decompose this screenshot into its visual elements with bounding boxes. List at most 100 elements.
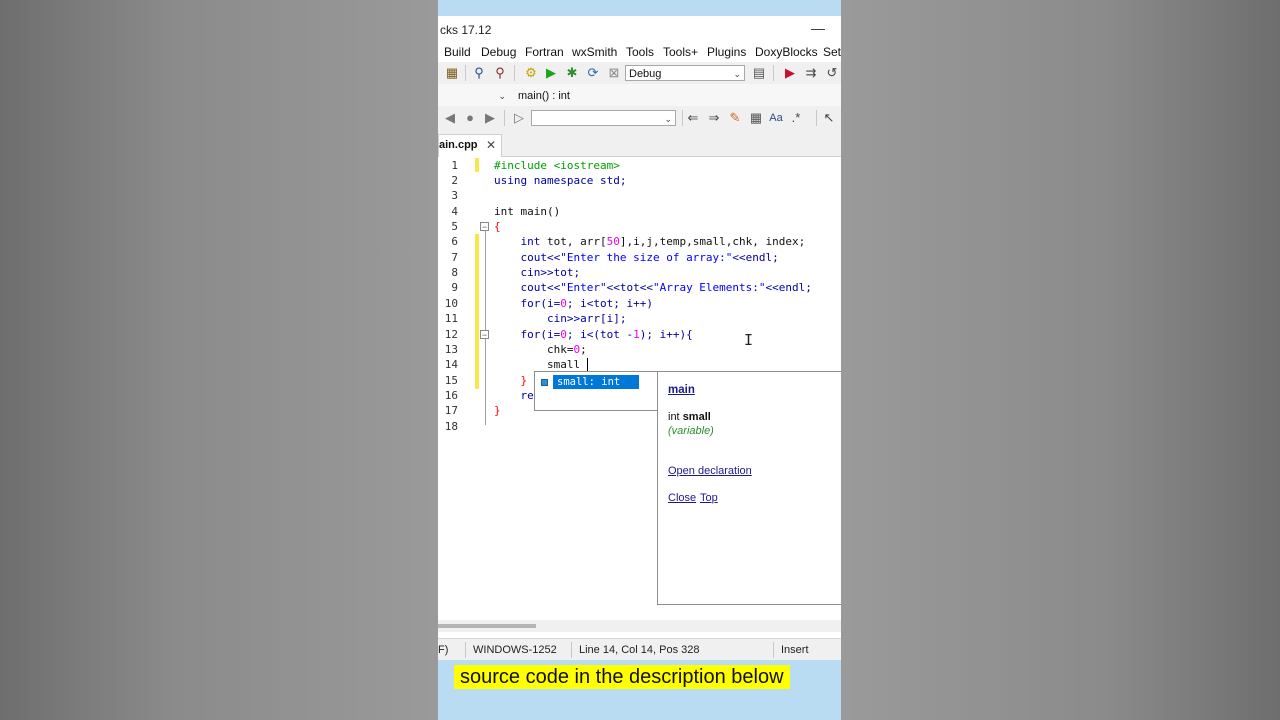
toolbar-separator — [816, 110, 817, 126]
toolbar-separator — [682, 110, 683, 126]
line-number: 10 — [444, 297, 458, 310]
signature-name: small — [682, 411, 711, 423]
status-position: Line 14, Col 14, Pos 328 — [579, 644, 700, 656]
autocomplete-doc-popup: main int small (variable) Open declarati… — [657, 371, 841, 605]
code-token: int — [494, 235, 541, 248]
line-number: 4 — [451, 205, 458, 218]
code-token: <<endl; — [732, 251, 779, 264]
line-number: 1 — [451, 159, 458, 172]
code-token: for(i= — [494, 297, 561, 310]
build-target-select[interactable]: Debug ⌄ — [625, 65, 745, 81]
debug-run-icon[interactable]: ▶ — [782, 65, 798, 81]
menu-tools-plus[interactable]: Tools+ — [663, 45, 698, 59]
autocomplete-list[interactable]: small: int — [534, 371, 658, 411]
line-number: 2 — [451, 174, 458, 187]
menu-settings[interactable]: Setti — [823, 45, 841, 59]
breakpoint-icon[interactable]: ● — [462, 110, 478, 126]
line-number: 5 — [451, 220, 458, 233]
regex-icon[interactable]: .* — [788, 110, 804, 126]
function-select[interactable]: main() : int — [514, 87, 841, 103]
next-line-icon[interactable]: ↺ — [824, 65, 840, 81]
code-token: <<endl; — [765, 281, 812, 294]
status-divider — [571, 642, 572, 658]
paste-icon[interactable]: ▦ — [444, 65, 460, 81]
code-token: cout<< — [494, 281, 561, 294]
top-link[interactable]: Top — [700, 492, 718, 504]
code-token: cout<< — [494, 251, 561, 264]
show-target-dialog-icon[interactable]: ▤ — [751, 65, 767, 81]
step-back-icon[interactable]: ◀ — [442, 110, 458, 126]
search-combo[interactable]: ⌄ — [531, 110, 676, 126]
menu-build[interactable]: Build — [444, 45, 471, 59]
replace-icon[interactable]: ⚲ — [492, 65, 508, 81]
line-number: 6 — [451, 235, 458, 248]
fold-toggle-icon[interactable]: − — [480, 222, 489, 232]
code-line-17: } — [494, 404, 501, 417]
code-completion-toolbar: ⌄ main() : int — [438, 84, 841, 107]
fold-line — [485, 231, 486, 425]
open-declaration-link[interactable]: Open declaration — [668, 465, 752, 477]
code-line-1: #include <iostream> — [494, 159, 620, 172]
code-token: for(i= — [494, 328, 561, 341]
menu-fortran[interactable]: Fortran — [525, 45, 564, 59]
minimize-button[interactable]: — — [811, 20, 825, 36]
signature-type: int — [668, 411, 683, 423]
code-token: <<tot<< — [606, 281, 653, 294]
code-token: ); i++){ — [639, 328, 693, 341]
tab-main-cpp[interactable]: ain.cpp ✕ — [438, 134, 502, 157]
pointer-icon[interactable]: ↖ — [821, 110, 837, 126]
close-icon[interactable]: ✕ — [486, 138, 496, 152]
highlight-icon[interactable]: ✎ — [727, 110, 743, 126]
macro-icon[interactable]: ▷ — [511, 110, 527, 126]
compiler-toolbar: ▦ ⚲ ⚲ ⚙ ▶ ✱ ⟳ ⊠ Debug ⌄ ▤ ▶ ⇉ ↺ — [438, 62, 841, 85]
abort-icon[interactable]: ⊠ — [606, 65, 622, 81]
change-marker — [475, 158, 479, 172]
code-token: "Array Elements:" — [652, 281, 766, 294]
line-number: 9 — [451, 281, 458, 294]
code-editor[interactable]: 1 2 3 4 5 6 7 8 9 10 11 12 13 14 15 16 1… — [438, 157, 841, 620]
selected-text-icon[interactable]: ▦ — [748, 110, 764, 126]
toolbar-separator — [504, 110, 505, 126]
line-number: 3 — [451, 189, 458, 202]
menu-plugins[interactable]: Plugins — [707, 45, 746, 59]
line-number: 15 — [444, 374, 458, 387]
horizontal-scrollbar[interactable] — [438, 620, 841, 632]
scope-select[interactable]: ⌄ — [438, 87, 510, 103]
autocomplete-item[interactable]: small: int — [553, 375, 639, 389]
symbol-kind: (variable) — [668, 425, 714, 437]
background-left — [0, 0, 438, 720]
status-bar: F) WINDOWS-1252 Line 14, Col 14, Pos 328… — [438, 638, 841, 661]
fold-toggle-icon[interactable]: − — [480, 330, 489, 340]
text-caret — [587, 358, 588, 371]
line-number: 8 — [451, 266, 458, 279]
find-icon[interactable]: ⚲ — [471, 65, 487, 81]
code-token: ],i,j,temp,small,chk, index; — [619, 235, 806, 248]
status-insert-mode: Insert — [781, 644, 809, 656]
rebuild-icon[interactable]: ⟳ — [585, 65, 601, 81]
code-line-6: int tot, arr[50],i,j,temp,small,chk, ind… — [494, 235, 805, 248]
menu-doxyblocks[interactable]: DoxyBlocks — [755, 45, 818, 59]
run-to-cursor-icon[interactable]: ⇉ — [803, 65, 819, 81]
frame-top — [438, 0, 841, 16]
toolbar-separator — [465, 65, 466, 81]
build-gear-icon[interactable]: ⚙ — [523, 65, 539, 81]
run-icon[interactable]: ▶ — [543, 65, 559, 81]
code-token: 0 — [560, 328, 567, 341]
jump-back-icon[interactable]: ⇐ — [685, 110, 701, 126]
background-right — [841, 0, 1280, 720]
chevron-down-icon: ⌄ — [664, 114, 672, 124]
code-line-9: cout<<"Enter"<<tot<<"Array Elements:"<<e… — [494, 281, 812, 294]
menu-debug[interactable]: Debug — [481, 45, 516, 59]
step-forward-icon[interactable]: ▶ — [482, 110, 498, 126]
scope-link[interactable]: main — [668, 384, 695, 396]
build-and-run-icon[interactable]: ✱ — [564, 65, 580, 81]
menu-wxsmith[interactable]: wxSmith — [572, 45, 617, 59]
scrollbar-thumb[interactable] — [438, 624, 536, 628]
toolbar-separator — [773, 65, 774, 81]
variable-icon — [541, 379, 548, 386]
menu-tools[interactable]: Tools — [626, 45, 654, 59]
close-link[interactable]: Close — [668, 492, 696, 504]
code-token: "Enter" — [560, 281, 607, 294]
jump-forward-icon[interactable]: ⇒ — [706, 110, 722, 126]
match-case-icon[interactable]: Aa — [768, 110, 784, 126]
